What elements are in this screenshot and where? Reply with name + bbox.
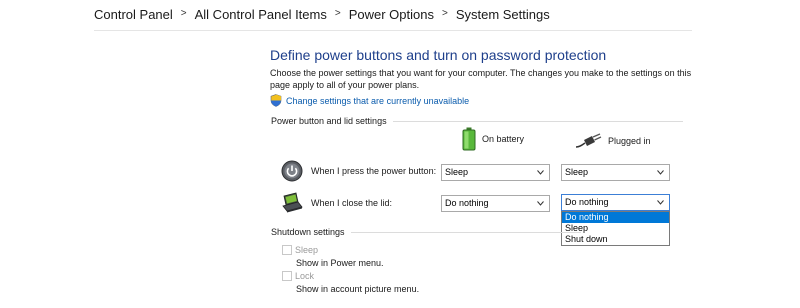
dropdown-option-do-nothing[interactable]: Do nothing: [562, 212, 669, 223]
lid-row: When I close the lid:: [281, 192, 392, 214]
lid-battery-select[interactable]: Do nothing: [441, 195, 550, 212]
power-button-battery-value: Sleep: [445, 167, 469, 177]
lock-description: Show in account picture menu.: [296, 284, 420, 294]
breadcrumb: Control Panel > All Control Panel Items …: [94, 7, 550, 22]
chevron-down-icon: [657, 200, 664, 205]
power-button-row: When I press the power button:: [281, 160, 436, 182]
sleep-checkbox-row: Sleep: [282, 245, 318, 255]
lid-battery-value: Do nothing: [445, 198, 489, 208]
chevron-down-icon: [657, 170, 664, 175]
chevron-down-icon: [537, 170, 544, 175]
address-bar: Control Panel > All Control Panel Items …: [0, 0, 800, 30]
plugged-column-header: Plugged in: [576, 133, 651, 149]
chevron-right-icon[interactable]: >: [335, 8, 341, 19]
laptop-lid-icon: [282, 192, 303, 213]
plugged-column-label: Plugged in: [608, 136, 651, 146]
lid-label: When I close the lid:: [311, 198, 393, 208]
page-description: Choose the power settings that you want …: [270, 68, 692, 90]
battery-icon: [462, 127, 476, 151]
shutdown-section-title: Shutdown settings: [271, 227, 345, 237]
sleep-description: Show in Power menu.: [296, 258, 384, 268]
power-section-title: Power button and lid settings: [271, 116, 387, 126]
breadcrumb-power-options[interactable]: Power Options: [349, 7, 434, 22]
uac-shield-icon: [270, 94, 282, 107]
divider: [350, 231, 581, 233]
sleep-checkbox[interactable]: [282, 245, 292, 255]
page-title: Define power buttons and turn on passwor…: [270, 47, 607, 63]
chevron-right-icon[interactable]: >: [442, 8, 448, 19]
power-button-label: When I press the power button:: [311, 166, 437, 176]
change-settings-label: Change settings that are currently unava…: [286, 95, 470, 106]
battery-column-label: On battery: [482, 134, 525, 144]
power-button-plugged-value: Sleep: [565, 167, 589, 177]
power-button-icon: [281, 160, 303, 182]
power-section-header: Power button and lid settings: [271, 116, 683, 126]
lock-checkbox-label: Lock: [295, 271, 315, 281]
breadcrumb-all-items[interactable]: All Control Panel Items: [195, 7, 327, 22]
shutdown-section-header: Shutdown settings: [271, 227, 581, 237]
breadcrumb-control-panel[interactable]: Control Panel: [94, 7, 173, 22]
lid-plugged-value: Do nothing: [565, 197, 609, 207]
divider: [94, 30, 692, 31]
change-settings-link[interactable]: Change settings that are currently unava…: [270, 94, 469, 107]
sleep-checkbox-label: Sleep: [295, 245, 319, 255]
breadcrumb-system-settings[interactable]: System Settings: [456, 7, 550, 22]
power-button-battery-select[interactable]: Sleep: [441, 164, 550, 181]
lock-checkbox-row: Lock: [282, 271, 314, 281]
lock-checkbox[interactable]: [282, 271, 292, 281]
divider: [392, 120, 683, 122]
lid-plugged-select[interactable]: Do nothing: [561, 194, 670, 211]
battery-column-header: On battery: [462, 127, 524, 151]
chevron-right-icon[interactable]: >: [181, 8, 187, 19]
chevron-down-icon: [537, 201, 544, 206]
power-button-plugged-select[interactable]: Sleep: [561, 164, 670, 181]
power-plug-icon: [576, 133, 602, 148]
